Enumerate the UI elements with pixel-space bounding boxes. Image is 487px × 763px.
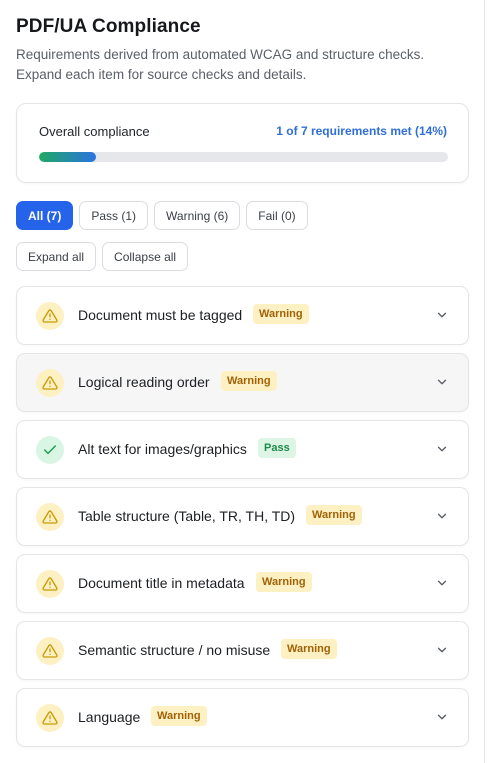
requirements-list: Document must be tagged Warning Logical re…	[16, 286, 469, 755]
requirement-label: Alt text for images/graphics	[78, 441, 247, 457]
requirement-label: Document must be tagged	[78, 307, 243, 323]
requirement-row[interactable]: Language Warning	[16, 688, 469, 747]
requirement-row[interactable]: Semantic structure / no misuse Warning	[16, 621, 469, 680]
warning-icon	[36, 503, 64, 531]
chevron-down-icon[interactable]	[435, 710, 449, 724]
status-badge: Warning	[253, 304, 309, 324]
warning-icon	[36, 570, 64, 598]
status-badge: Warning	[221, 371, 277, 391]
requirement-row[interactable]: Document title in metadata Warning	[16, 554, 469, 613]
requirement-label: Logical reading order	[78, 374, 210, 390]
status-badge: Warning	[256, 572, 312, 592]
bulk-actions: Expand all Collapse all	[16, 242, 189, 271]
compliance-panel: PDF/UA Compliance Requirements derived f…	[0, 0, 485, 763]
warning-icon	[36, 637, 64, 665]
chevron-down-icon[interactable]	[435, 375, 449, 389]
status-badge: Warning	[281, 639, 337, 659]
status-badge: Pass	[258, 438, 296, 458]
requirement-label: Document title in metadata	[78, 575, 245, 591]
warning-icon	[36, 302, 64, 330]
page-title: PDF/UA Compliance	[16, 16, 201, 37]
status-badge: Warning	[306, 505, 362, 525]
page-subtitle: Requirements derived from automated WCAG…	[16, 47, 425, 82]
expand-all-button[interactable]: Expand all	[16, 242, 97, 271]
warning-icon	[36, 369, 64, 397]
warning-icon	[36, 704, 64, 732]
filter-pass[interactable]: Pass (1)	[79, 201, 149, 230]
overall-compliance-stat: 1 of 7 requirements met (14%)	[276, 124, 447, 138]
requirement-label: Semantic structure / no misuse	[78, 642, 271, 658]
chevron-down-icon[interactable]	[435, 509, 449, 523]
requirement-row[interactable]: Alt text for images/graphics Pass	[16, 420, 469, 479]
requirement-label: Table structure (Table, TR, TH, TD)	[78, 508, 296, 524]
overall-compliance-card: Overall compliance 1 of 7 requirements m…	[16, 103, 469, 183]
chevron-down-icon[interactable]	[435, 643, 449, 657]
requirement-row[interactable]: Logical reading order Warning	[16, 353, 469, 412]
filter-fail[interactable]: Fail (0)	[246, 201, 308, 230]
chevron-down-icon[interactable]	[435, 576, 449, 590]
requirement-row[interactable]: Document must be tagged Warning	[16, 286, 469, 345]
check-icon	[36, 436, 64, 464]
requirement-row[interactable]: Table structure (Table, TR, TH, TD) Warni…	[16, 487, 469, 546]
collapse-all-button[interactable]: Collapse all	[102, 242, 189, 271]
filter-tabs: All (7) Pass (1) Warning (6) Fail (0)	[16, 201, 308, 230]
requirement-label: Language	[78, 709, 141, 725]
filter-all[interactable]: All (7)	[16, 201, 74, 230]
chevron-down-icon[interactable]	[435, 442, 449, 456]
compliance-progress-fill	[39, 152, 97, 162]
status-badge: Warning	[151, 706, 207, 726]
chevron-down-icon[interactable]	[435, 308, 449, 322]
filter-warning[interactable]: Warning (6)	[154, 201, 241, 230]
compliance-progress-bar	[39, 152, 448, 162]
overall-compliance-label: Overall compliance	[39, 124, 150, 139]
